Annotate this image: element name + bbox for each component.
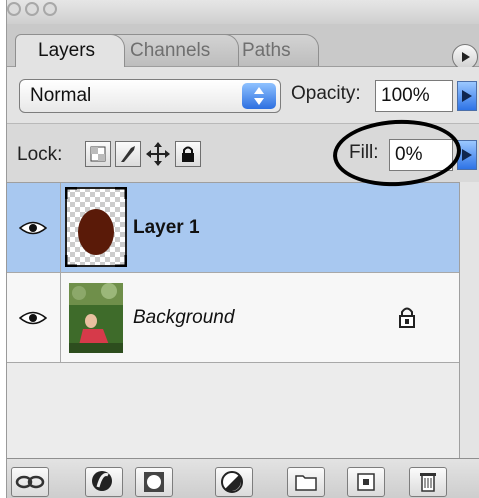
zoom-window-button[interactable] — [43, 2, 57, 16]
eye-icon — [19, 221, 47, 235]
opacity-slider-button[interactable] — [457, 81, 477, 111]
adjustment-layer-button[interactable] — [215, 467, 253, 497]
layers-toolbar — [7, 458, 479, 498]
layer-row-layer-1[interactable]: Layer 1 — [7, 183, 459, 273]
visibility-toggle[interactable] — [7, 273, 61, 362]
lock-label: Lock: — [17, 144, 63, 165]
close-window-button[interactable] — [7, 2, 21, 16]
layer-style-button[interactable] — [85, 467, 123, 497]
lock-icon — [399, 307, 415, 328]
lock-image-pixels-button[interactable] — [115, 141, 141, 167]
layer-thumbnail — [65, 277, 127, 357]
opacity-value: 100% — [381, 85, 430, 106]
blend-mode-select[interactable]: Normal — [19, 79, 281, 113]
lock-image-pixels-icon — [121, 146, 135, 162]
adjustment-layer-icon — [221, 471, 243, 493]
delete-layer-icon — [420, 473, 436, 492]
layers-panel: Paths Channels Layers Normal Opacity: 10… — [6, 0, 479, 498]
tab-channels[interactable]: Channels — [107, 34, 239, 66]
link-layers-icon — [15, 475, 45, 489]
new-layer-icon — [357, 473, 375, 491]
layer-mask-button[interactable] — [135, 467, 173, 497]
layer-row-background[interactable]: Background — [7, 273, 459, 363]
lock-transparent-pixels-button[interactable] — [85, 141, 111, 167]
layer-style-icon — [92, 471, 112, 491]
lock-position-button[interactable] — [145, 141, 171, 167]
tab-label: Channels — [130, 40, 211, 61]
minimize-window-button[interactable] — [25, 2, 39, 16]
tab-layers[interactable]: Layers — [15, 34, 125, 67]
new-group-icon — [295, 475, 317, 491]
select-arrows-icon — [242, 83, 276, 109]
blend-mode-value: Normal — [30, 85, 92, 106]
layer-name: Layer 1 — [133, 217, 200, 238]
layers-scrollbar[interactable] — [459, 182, 479, 458]
lock-all-icon — [182, 146, 194, 162]
background-thumbnail-image — [69, 283, 123, 353]
layers-list: Layer 1 Background — [7, 182, 459, 459]
link-layers-button[interactable] — [11, 467, 49, 497]
tab-label: Layers — [38, 40, 96, 61]
opacity-input[interactable]: 100% — [375, 80, 453, 112]
opacity-label: Opacity: — [291, 83, 361, 104]
panel-tabs: Paths Channels Layers — [7, 24, 479, 70]
lock-position-icon — [146, 142, 170, 166]
new-layer-button[interactable] — [347, 467, 385, 497]
layer-thumbnail — [64, 186, 128, 268]
layer-1-thumbnail-image — [64, 186, 128, 268]
new-group-button[interactable] — [287, 467, 325, 497]
title-bar — [7, 0, 479, 24]
tab-label: Paths — [242, 40, 291, 61]
visibility-toggle[interactable] — [7, 183, 61, 272]
lock-all-button[interactable] — [175, 141, 201, 167]
layer-mask-icon — [144, 472, 164, 492]
blend-row: Normal Opacity: 100% — [7, 67, 479, 123]
eye-icon — [19, 311, 47, 325]
lock-transparent-pixels-icon — [90, 146, 106, 162]
delete-layer-button[interactable] — [409, 467, 447, 497]
layer-name: Background — [133, 307, 235, 328]
